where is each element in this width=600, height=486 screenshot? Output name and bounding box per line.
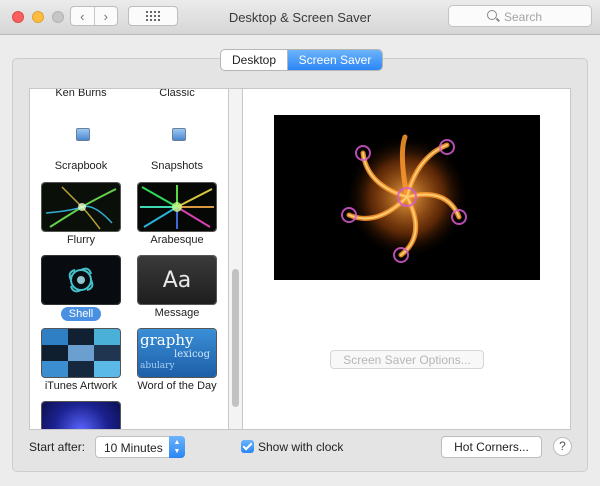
- screensaver-item-word-of-the-day[interactable]: graphy lexicog abulary: [138, 329, 216, 377]
- wotd-text-2: lexicog: [174, 349, 210, 360]
- message-thumbnail-text: Aa: [162, 267, 192, 293]
- partial-thumbnail: [42, 402, 120, 429]
- start-after-value: 10 Minutes: [104, 441, 163, 455]
- scrapbook-icon[interactable]: [73, 126, 90, 141]
- screensaver-preview: [274, 115, 540, 280]
- screensaver-item-itunes-artwork[interactable]: [42, 329, 120, 377]
- screensaver-label-arabesque[interactable]: Arabesque: [127, 234, 227, 246]
- wotd-text-1: graphy: [140, 331, 194, 349]
- screensaver-label-classic[interactable]: Classic: [127, 89, 227, 99]
- selected-badge: Shell: [60, 307, 102, 321]
- search-placeholder: Search: [504, 10, 543, 24]
- message-thumbnail: Aa: [138, 256, 216, 304]
- screensaver-label-snapshots[interactable]: Snapshots: [127, 160, 227, 172]
- tab-bar: Desktop Screen Saver: [220, 49, 383, 71]
- screensaver-label-ken-burns[interactable]: Ken Burns: [31, 89, 131, 99]
- tab-desktop[interactable]: Desktop: [221, 50, 288, 70]
- word-of-the-day-thumbnail: graphy lexicog abulary: [138, 329, 216, 377]
- scrollbar-thumb[interactable]: [232, 269, 239, 407]
- screensaver-label-message[interactable]: Message: [127, 307, 227, 319]
- screen-saver-options-button[interactable]: Screen Saver Options...: [330, 350, 484, 369]
- stepper-arrows-icon: ▲ ▼: [169, 436, 185, 458]
- question-mark-icon: ?: [559, 439, 566, 453]
- title-bar: ‹ › Desktop & Screen Saver Search: [0, 0, 600, 35]
- screensaver-item-flurry[interactable]: [42, 183, 120, 231]
- screensaver-label-shell[interactable]: Shell: [31, 307, 131, 321]
- wotd-text-3: abulary: [140, 361, 175, 371]
- screensaver-label-itunes-artwork[interactable]: iTunes Artwork: [31, 380, 131, 392]
- show-with-clock-label[interactable]: Show with clock: [258, 440, 343, 454]
- search-icon: [487, 10, 497, 20]
- screensaver-label-scrapbook[interactable]: Scrapbook: [31, 160, 131, 172]
- screensaver-item-shell[interactable]: [42, 256, 120, 304]
- hot-corners-button[interactable]: Hot Corners...: [441, 436, 542, 458]
- screensaver-list[interactable]: Ken Burns Classic Scrapbook Snapshots Fl…: [29, 88, 229, 430]
- itunes-artwork-thumbnail: [42, 329, 120, 377]
- flurry-thumbnail: [42, 183, 120, 231]
- screensaver-item-arabesque[interactable]: [138, 183, 216, 231]
- help-button[interactable]: ?: [553, 437, 572, 456]
- shell-thumbnail: [42, 256, 120, 304]
- screensaver-label-word-of-the-day[interactable]: Word of the Day: [127, 380, 227, 392]
- snapshots-icon[interactable]: [169, 126, 186, 141]
- screensaver-label-flurry[interactable]: Flurry: [31, 234, 131, 246]
- start-after-select[interactable]: 10 Minutes ▲ ▼: [95, 436, 185, 458]
- arabesque-thumbnail: [138, 183, 216, 231]
- screensaver-item-partial[interactable]: [42, 402, 120, 429]
- search-field[interactable]: Search: [448, 5, 592, 27]
- show-with-clock-checkbox[interactable]: [241, 440, 254, 453]
- tab-screen-saver[interactable]: Screen Saver: [288, 50, 382, 70]
- list-scrollbar[interactable]: [229, 88, 242, 430]
- screensaver-item-message[interactable]: Aa: [138, 256, 216, 304]
- start-after-label: Start after:: [29, 440, 86, 454]
